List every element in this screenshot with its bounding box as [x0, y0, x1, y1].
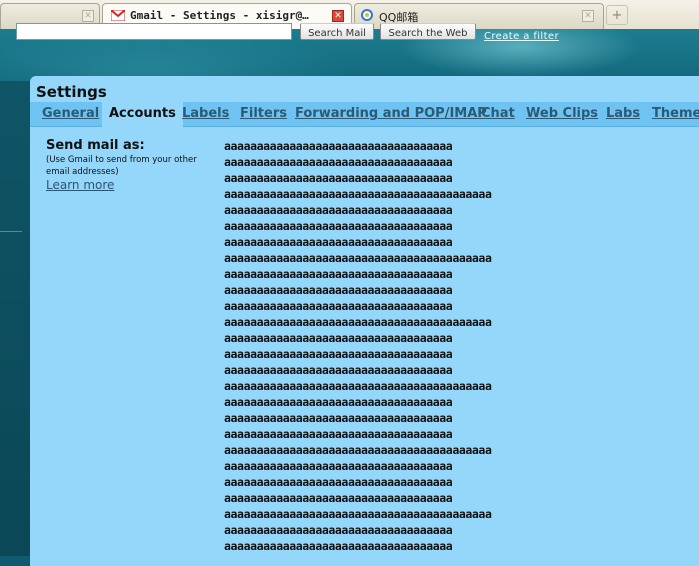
tab-forwarding-pop-imap[interactable]: Forwarding and POP/IMAP	[295, 106, 487, 121]
left-navigation-area	[0, 81, 30, 556]
send-mail-as-heading: Send mail as:	[46, 138, 145, 153]
send-as-address: aaaaaaaaaaaaaaaaaaaaaaaaaaaaaaaaaaa	[224, 491, 453, 505]
search-input[interactable]	[16, 23, 292, 40]
send-as-address: aaaaaaaaaaaaaaaaaaaaaaaaaaaaaaaaaaa	[224, 331, 453, 345]
send-as-address: aaaaaaaaaaaaaaaaaaaaaaaaaaaaaaaaaaaaaaaa…	[224, 251, 492, 265]
send-as-address: aaaaaaaaaaaaaaaaaaaaaaaaaaaaaaaaaaa	[224, 475, 453, 489]
tab-title: Gmail - Settings - xisigr@…	[130, 9, 309, 22]
tab-general[interactable]: General	[42, 106, 99, 121]
divider	[0, 231, 22, 232]
send-as-address: aaaaaaaaaaaaaaaaaaaaaaaaaaaaaaaaaaaaaaaa…	[224, 379, 492, 393]
send-as-address: aaaaaaaaaaaaaaaaaaaaaaaaaaaaaaaaaaa	[224, 459, 453, 473]
settings-tabs: General Accounts Labels Filters Forwardi…	[30, 102, 699, 127]
send-as-address: aaaaaaaaaaaaaaaaaaaaaaaaaaaaaaaaaaa	[224, 539, 453, 553]
send-as-address: aaaaaaaaaaaaaaaaaaaaaaaaaaaaaaaaaaa	[224, 139, 453, 153]
search-web-button[interactable]: Search the Web	[380, 23, 476, 40]
send-as-address: aaaaaaaaaaaaaaaaaaaaaaaaaaaaaaaaaaa	[224, 395, 453, 409]
send-as-address: aaaaaaaaaaaaaaaaaaaaaaaaaaaaaaaaaaa	[224, 267, 453, 281]
send-as-address: aaaaaaaaaaaaaaaaaaaaaaaaaaaaaaaaaaaaaaaa…	[224, 187, 492, 201]
tab-web-clips[interactable]: Web Clips	[526, 106, 598, 121]
tab-labels[interactable]: Labels	[182, 106, 229, 121]
close-tab-icon[interactable]: ✕	[82, 10, 94, 22]
tab-chat[interactable]: Chat	[481, 106, 515, 121]
send-as-address: aaaaaaaaaaaaaaaaaaaaaaaaaaaaaaaaaaa	[224, 347, 453, 361]
send-as-address: aaaaaaaaaaaaaaaaaaaaaaaaaaaaaaaaaaa	[224, 523, 453, 537]
send-as-address: aaaaaaaaaaaaaaaaaaaaaaaaaaaaaaaaaaa	[224, 171, 453, 185]
tab-accounts[interactable]: Accounts	[102, 102, 183, 127]
send-as-address: aaaaaaaaaaaaaaaaaaaaaaaaaaaaaaaaaaa	[224, 283, 453, 297]
send-as-address: aaaaaaaaaaaaaaaaaaaaaaaaaaaaaaaaaaaaaaaa…	[224, 507, 492, 521]
gmail-header: Search Mail Search the Web Create a filt…	[0, 23, 699, 81]
gmail-icon	[111, 10, 125, 21]
send-as-address-list: aaaaaaaaaaaaaaaaaaaaaaaaaaaaaaaaaaa aaaaa…	[224, 138, 492, 554]
learn-more-link[interactable]: Learn more	[46, 178, 114, 192]
qq-mail-icon	[361, 9, 373, 21]
create-filter-link[interactable]: Create a filter	[484, 31, 559, 42]
settings-panel: Settings General Accounts Labels Filters…	[30, 76, 699, 566]
tab-filters[interactable]: Filters	[240, 106, 287, 121]
page-title: Settings	[36, 83, 107, 101]
new-tab-button[interactable]: +	[606, 5, 628, 25]
tab-themes[interactable]: Themes	[652, 106, 699, 121]
send-mail-as-note: (Use Gmail to send from your other email…	[46, 155, 197, 177]
send-as-address: aaaaaaaaaaaaaaaaaaaaaaaaaaaaaaaaaaa	[224, 219, 453, 233]
send-as-address: aaaaaaaaaaaaaaaaaaaaaaaaaaaaaaaaaaaaaaaa…	[224, 443, 492, 457]
send-as-address: aaaaaaaaaaaaaaaaaaaaaaaaaaaaaaaaaaaaaaaa…	[224, 315, 492, 329]
close-tab-icon[interactable]: ✕	[582, 10, 594, 22]
send-as-address: aaaaaaaaaaaaaaaaaaaaaaaaaaaaaaaaaaa	[224, 363, 453, 377]
search-mail-button[interactable]: Search Mail	[300, 23, 374, 40]
send-as-address: aaaaaaaaaaaaaaaaaaaaaaaaaaaaaaaaaaa	[224, 427, 453, 441]
tab-labs[interactable]: Labs	[606, 106, 640, 121]
send-as-address: aaaaaaaaaaaaaaaaaaaaaaaaaaaaaaaaaaa	[224, 235, 453, 249]
send-as-address: aaaaaaaaaaaaaaaaaaaaaaaaaaaaaaaaaaa	[224, 203, 453, 217]
send-as-address: aaaaaaaaaaaaaaaaaaaaaaaaaaaaaaaaaaa	[224, 411, 453, 425]
close-tab-icon[interactable]: ✕	[332, 10, 344, 22]
send-as-address: aaaaaaaaaaaaaaaaaaaaaaaaaaaaaaaaaaa	[224, 299, 453, 313]
send-as-address: aaaaaaaaaaaaaaaaaaaaaaaaaaaaaaaaaaa	[224, 155, 453, 169]
